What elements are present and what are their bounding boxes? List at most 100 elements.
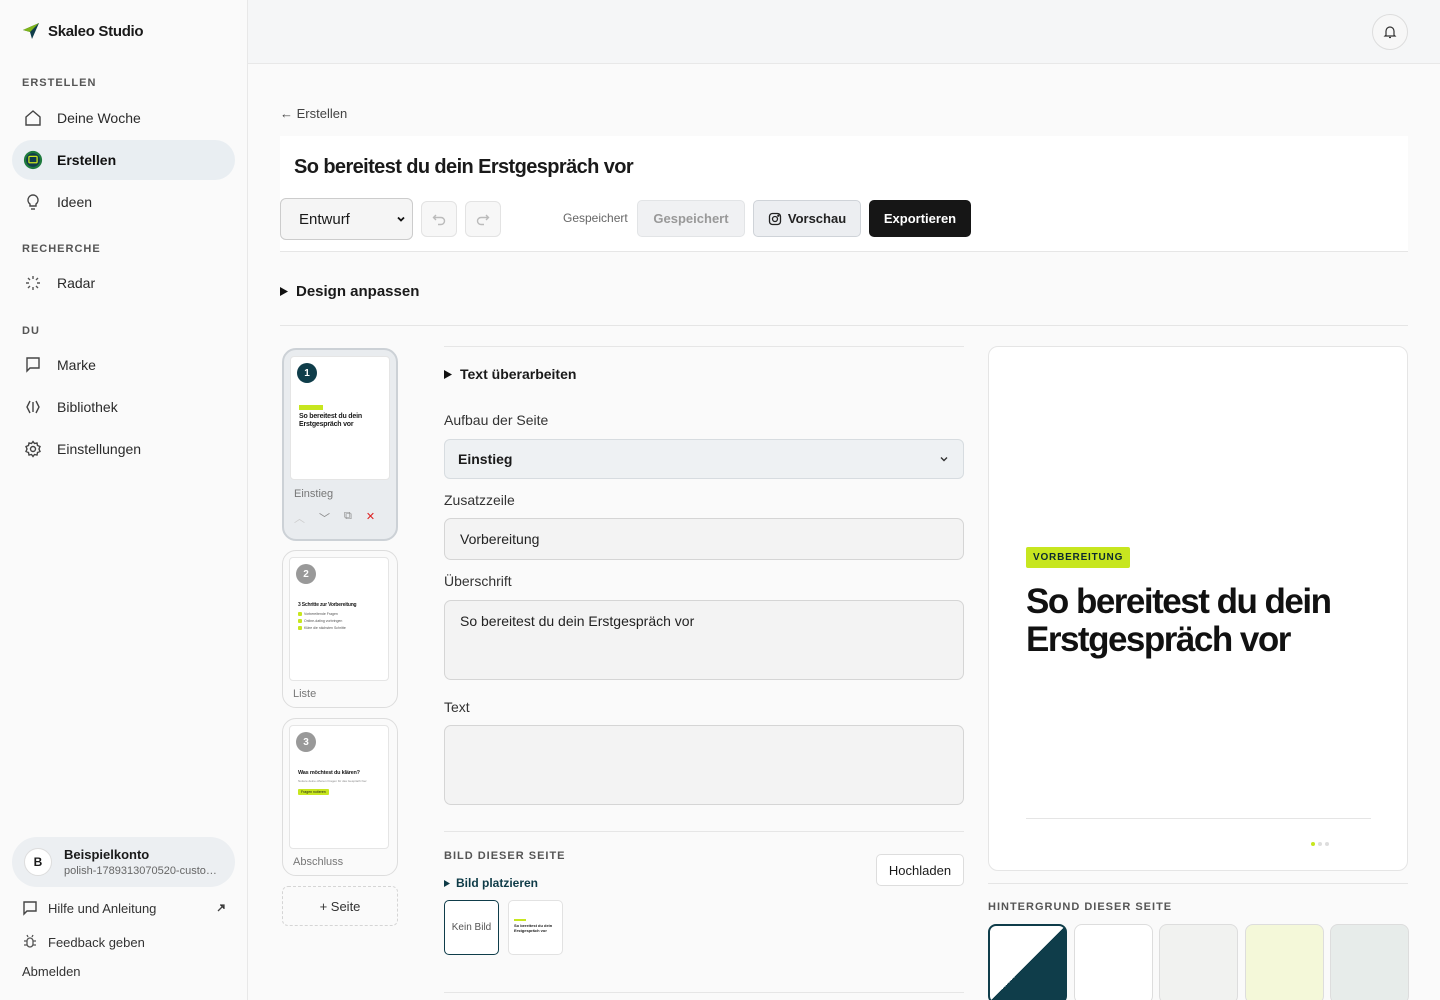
design-toggle[interactable]: Design anpassen: [280, 283, 419, 300]
page-dot[interactable]: [1311, 842, 1315, 846]
page-dot[interactable]: [1318, 842, 1322, 846]
external-link-icon: [217, 904, 225, 912]
slide-label: Liste: [293, 688, 317, 700]
slide-label: Abschluss: [293, 856, 344, 868]
flag-icon: [23, 355, 43, 375]
slide-thumb-1[interactable]: 1 So bereitest du dein Erstgespräch vor …: [282, 348, 398, 541]
design-toggle-label: Design anpassen: [296, 283, 420, 300]
editor-header: So bereitest du dein Erstgespräch vor En…: [280, 136, 1408, 252]
sidebar-item-marke[interactable]: Marke: [12, 345, 235, 385]
page-title: So bereitest du dein Erstgespräch vor: [294, 156, 634, 178]
text-label: Text: [444, 699, 470, 715]
layout-select[interactable]: Einstieg: [444, 439, 964, 479]
slide-number: 2: [296, 564, 316, 584]
chevron-down-icon: [940, 457, 948, 462]
logout-link[interactable]: Abmelden: [22, 964, 81, 979]
account-switcher[interactable]: B Beispielkonto polish-1789313070520-cus…: [12, 837, 235, 887]
sidebar-item-deine-woche[interactable]: Deine Woche: [12, 98, 235, 138]
slide-thumb-2[interactable]: 2 3 Schritte zur Vorbereitung Vorbereite…: [282, 550, 398, 708]
chevron-down-icon[interactable]: ﹀: [319, 510, 330, 526]
chevron-up-icon[interactable]: ︿: [294, 510, 305, 526]
preview-button[interactable]: Vorschau: [753, 200, 861, 237]
section-label-erstellen: ERSTELLEN: [22, 77, 97, 89]
redo-icon: [476, 214, 490, 226]
sidebar: Skaleo Studio ERSTELLEN Deine Woche Erst…: [0, 0, 248, 1000]
status-select[interactable]: Entwurf: [280, 198, 413, 240]
mini-title: 3 Schritte zur Vorbereitung: [298, 602, 357, 608]
redo-button[interactable]: [465, 201, 501, 237]
back-link[interactable]: ← Erstellen: [280, 106, 347, 121]
sidebar-item-einstellungen[interactable]: Einstellungen: [12, 429, 235, 469]
create-icon: [23, 150, 43, 170]
upload-button[interactable]: Hochladen: [876, 854, 964, 886]
page-dot[interactable]: [1325, 842, 1329, 846]
sidebar-item-radar[interactable]: Radar: [12, 263, 235, 303]
mini-title: So bereitest du dein Erstgespräch vor: [299, 413, 362, 428]
body-textarea[interactable]: [444, 725, 964, 805]
home-icon: [23, 108, 43, 128]
slide-thumb-preview: 2 3 Schritte zur Vorbereitung Vorbereite…: [289, 557, 389, 681]
help-icon: [23, 901, 37, 916]
slide-number: 1: [297, 363, 317, 383]
slide-label: Einstieg: [294, 488, 334, 500]
heading-textarea[interactable]: So bereitest du dein Erstgespräch vor: [444, 600, 964, 680]
sidebar-item-label: Ideen: [57, 194, 93, 210]
undo-icon: [432, 214, 446, 226]
mini-bullet: Online-dating vorbringen: [298, 619, 342, 623]
image-option-slide[interactable]: So bereitest du dein Erstgespräch vor: [508, 900, 563, 955]
mini-tag: [299, 405, 323, 410]
background-swatch[interactable]: [1244, 924, 1324, 1000]
radar-icon: [23, 273, 43, 293]
avatar: B: [24, 848, 52, 876]
divider: [988, 883, 1408, 884]
background-swatch[interactable]: [1330, 924, 1409, 1000]
duplicate-icon[interactable]: ⧉: [344, 510, 352, 526]
add-page-button[interactable]: + Seite: [282, 886, 398, 926]
sidebar-item-label: Bibliothek: [57, 399, 118, 415]
background-swatch[interactable]: [1073, 924, 1153, 1000]
mini-title: Was möchtest du klären?: [298, 770, 360, 776]
divider: [444, 992, 964, 993]
image-toggle[interactable]: Bild platzieren: [444, 876, 538, 890]
preview-button-label: Vorschau: [787, 211, 847, 226]
preview-title: So bereitest du dein Erstgespräch vor: [1026, 582, 1332, 659]
sidebar-item-ideen[interactable]: Ideen: [12, 182, 235, 222]
bell-icon: [1383, 26, 1397, 39]
text-toggle-label: Text überarbeiten: [460, 366, 577, 382]
undo-button[interactable]: [421, 201, 457, 237]
sidebar-item-label: Radar: [57, 275, 96, 291]
brand-logo[interactable]: Skaleo Studio: [22, 22, 144, 40]
feedback-link[interactable]: Feedback geben: [22, 934, 145, 950]
saved-button[interactable]: Gespeichert: [637, 200, 745, 237]
image-option-title: So bereitest du dein Erstgespräch vor: [514, 923, 553, 933]
text-toggle[interactable]: Text überarbeiten: [444, 366, 576, 382]
topbar: [248, 0, 1440, 64]
main-content: ← Erstellen So bereitest du dein Erstges…: [248, 64, 1440, 1000]
export-button[interactable]: Exportieren: [869, 200, 971, 237]
status-value: Entwurf: [299, 210, 350, 228]
triangle-right-icon: [444, 369, 452, 379]
delete-icon[interactable]: ✕: [366, 510, 375, 526]
no-image-option[interactable]: Kein Bild: [444, 900, 499, 955]
account-subtitle: polish-1789313070520-customer: [64, 865, 224, 877]
background-swatch[interactable]: [1159, 924, 1238, 1000]
background-swatch[interactable]: [988, 924, 1067, 1000]
bug-icon: [24, 934, 36, 948]
mini-bullet: Vorbereitende Fragen: [298, 612, 338, 616]
slide-thumb-preview: 1 So bereitest du dein Erstgespräch vor: [290, 356, 390, 480]
logout-label: Abmelden: [22, 964, 81, 979]
slide-thumb-3[interactable]: 3 Was möchtest du klären? Notiere deine …: [282, 718, 398, 876]
help-label: Hilfe und Anleitung: [48, 900, 157, 916]
sidebar-item-label: Einstellungen: [57, 441, 142, 457]
background-label: HINTERGRUND DIESER SEITE: [988, 901, 1173, 913]
heading-label: Überschrift: [444, 573, 512, 589]
help-link[interactable]: Hilfe und Anleitung: [22, 900, 226, 916]
divider: [280, 325, 1408, 326]
sidebar-item-erstellen[interactable]: Erstellen: [12, 140, 235, 180]
slide-thumb-preview: 3 Was möchtest du klären? Notiere deine …: [289, 725, 389, 849]
account-name: Beispielkonto: [64, 847, 150, 862]
layout-label: Aufbau der Seite: [444, 412, 549, 428]
subline-input[interactable]: Vorbereitung: [444, 518, 964, 560]
notifications-button[interactable]: [1372, 14, 1408, 50]
sidebar-item-bibliothek[interactable]: Bibliothek: [12, 387, 235, 427]
